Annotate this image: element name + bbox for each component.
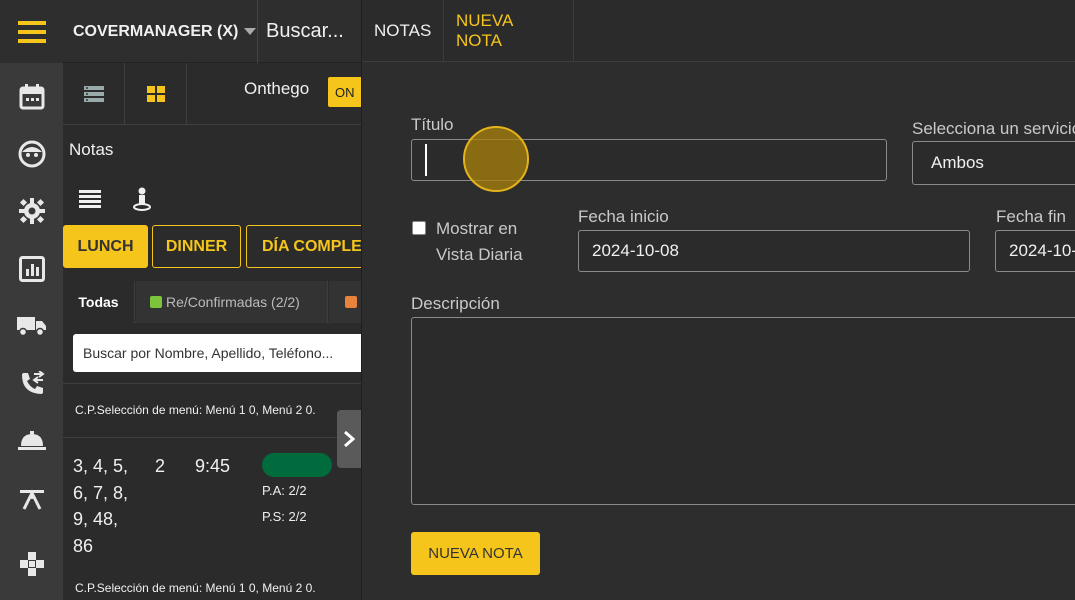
service-bell-icon[interactable]	[0, 412, 63, 469]
tables-line: 9, 48,	[73, 509, 119, 529]
onthego-toggle[interactable]: ON	[328, 77, 361, 107]
tables-line: 6, 7, 8,	[73, 482, 129, 503]
global-search[interactable]: Buscar...	[259, 0, 361, 63]
shift-full-day-button[interactable]: DÍA COMPLETO	[246, 225, 361, 268]
click-indicator	[463, 126, 529, 192]
tab-confirmed-label: Re/Confirmadas (2/2)	[166, 294, 300, 310]
menu-note: C.P.Selección de menú: Menú 1 0, Menú 2 …	[75, 403, 316, 417]
app-root: COVERMANAGER (X) Buscar... Onthego ON No…	[0, 0, 1075, 600]
reservation-tables: 3, 4, 5, 6, 7, 8, 9, 48, 86	[73, 453, 153, 559]
fecha-inicio-label: Fecha inicio	[578, 207, 669, 226]
calendar-icon[interactable]	[0, 68, 63, 125]
left-panel: Onthego ON Notas LUNCH DINNER DÍA COMPLE…	[63, 63, 361, 600]
list-view-icon[interactable]	[63, 63, 125, 125]
text-cursor	[425, 144, 427, 176]
guest-face-icon[interactable]	[0, 125, 63, 182]
mostrar-checkbox[interactable]	[412, 221, 426, 235]
confirmed-color-swatch	[150, 296, 162, 308]
tab-nueva-nota[interactable]: NUEVA NOTA	[444, 0, 574, 62]
divider	[63, 437, 361, 438]
tab-notas[interactable]: NOTAS	[362, 0, 444, 62]
gear-icon[interactable]	[0, 182, 63, 239]
other-color-swatch	[345, 296, 357, 308]
reservation-ps: P.S: 2/2	[262, 509, 307, 524]
servicio-select[interactable]: Ambos	[912, 141, 1075, 185]
shift-lunch-button[interactable]: LUNCH	[63, 225, 148, 268]
restaurant-selector[interactable]: COVERMANAGER (X)	[63, 0, 258, 63]
expand-panel-button[interactable]	[337, 410, 361, 468]
status-badge	[262, 453, 332, 477]
reservation-pa: P.A: 2/2	[262, 483, 307, 498]
onthego-label: Onthego	[244, 79, 310, 98]
view-toggle-row: Onthego ON	[63, 63, 361, 125]
list-icon[interactable]	[79, 190, 101, 213]
phone-forward-icon[interactable]	[0, 355, 63, 412]
icon-rail	[0, 0, 63, 600]
grid-view-icon[interactable]	[125, 63, 187, 125]
menu-icon[interactable]	[0, 0, 63, 63]
gamepad-icon[interactable]	[0, 535, 63, 592]
descripcion-textarea[interactable]	[411, 317, 1075, 505]
status-filter-tabs: Todas Re/Confirmadas (2/2)	[63, 281, 361, 323]
reservation-pax: 2	[155, 456, 166, 476]
tables-line: 86	[73, 535, 94, 556]
fecha-fin-input[interactable]: 2024-10-08	[995, 230, 1075, 272]
tables-line: 3, 4, 5,	[73, 456, 129, 476]
titulo-label: Título	[411, 115, 454, 134]
descripcion-label: Descripción	[411, 294, 500, 313]
nueva-nota-submit-button[interactable]: NUEVA NOTA	[411, 532, 540, 575]
fecha-fin-label: Fecha fin	[996, 207, 1066, 226]
fecha-inicio-input[interactable]: 2024-10-08	[578, 230, 970, 272]
tab-todas[interactable]: Todas	[63, 281, 135, 323]
mostrar-label: Mostrar en Vista Diaria	[436, 219, 523, 264]
tab-confirmed[interactable]: Re/Confirmadas (2/2)	[136, 281, 328, 323]
person-pin-icon[interactable]	[133, 187, 151, 216]
note-tabs: NOTAS NUEVA NOTA	[362, 0, 1075, 62]
chart-icon[interactable]	[0, 240, 63, 297]
reservation-time: 9:45	[195, 456, 231, 476]
shift-dinner-button[interactable]: DINNER	[152, 225, 241, 268]
truck-icon[interactable]	[0, 297, 63, 354]
servicio-label: Selecciona un servicio	[912, 119, 1075, 138]
reservation-search-input[interactable]: Buscar por Nombre, Apellido, Teléfono...	[73, 334, 361, 372]
chevron-down-icon	[244, 28, 257, 35]
waiter-icon[interactable]	[0, 470, 63, 527]
divider	[63, 383, 361, 384]
tab-other-status[interactable]	[329, 281, 361, 323]
menu-note: C.P.Selección de menú: Menú 1 0, Menú 2 …	[75, 581, 316, 595]
restaurant-name: COVERMANAGER (X)	[73, 22, 239, 40]
top-bar: COVERMANAGER (X) Buscar...	[63, 0, 361, 63]
section-title: Notas	[69, 140, 114, 159]
